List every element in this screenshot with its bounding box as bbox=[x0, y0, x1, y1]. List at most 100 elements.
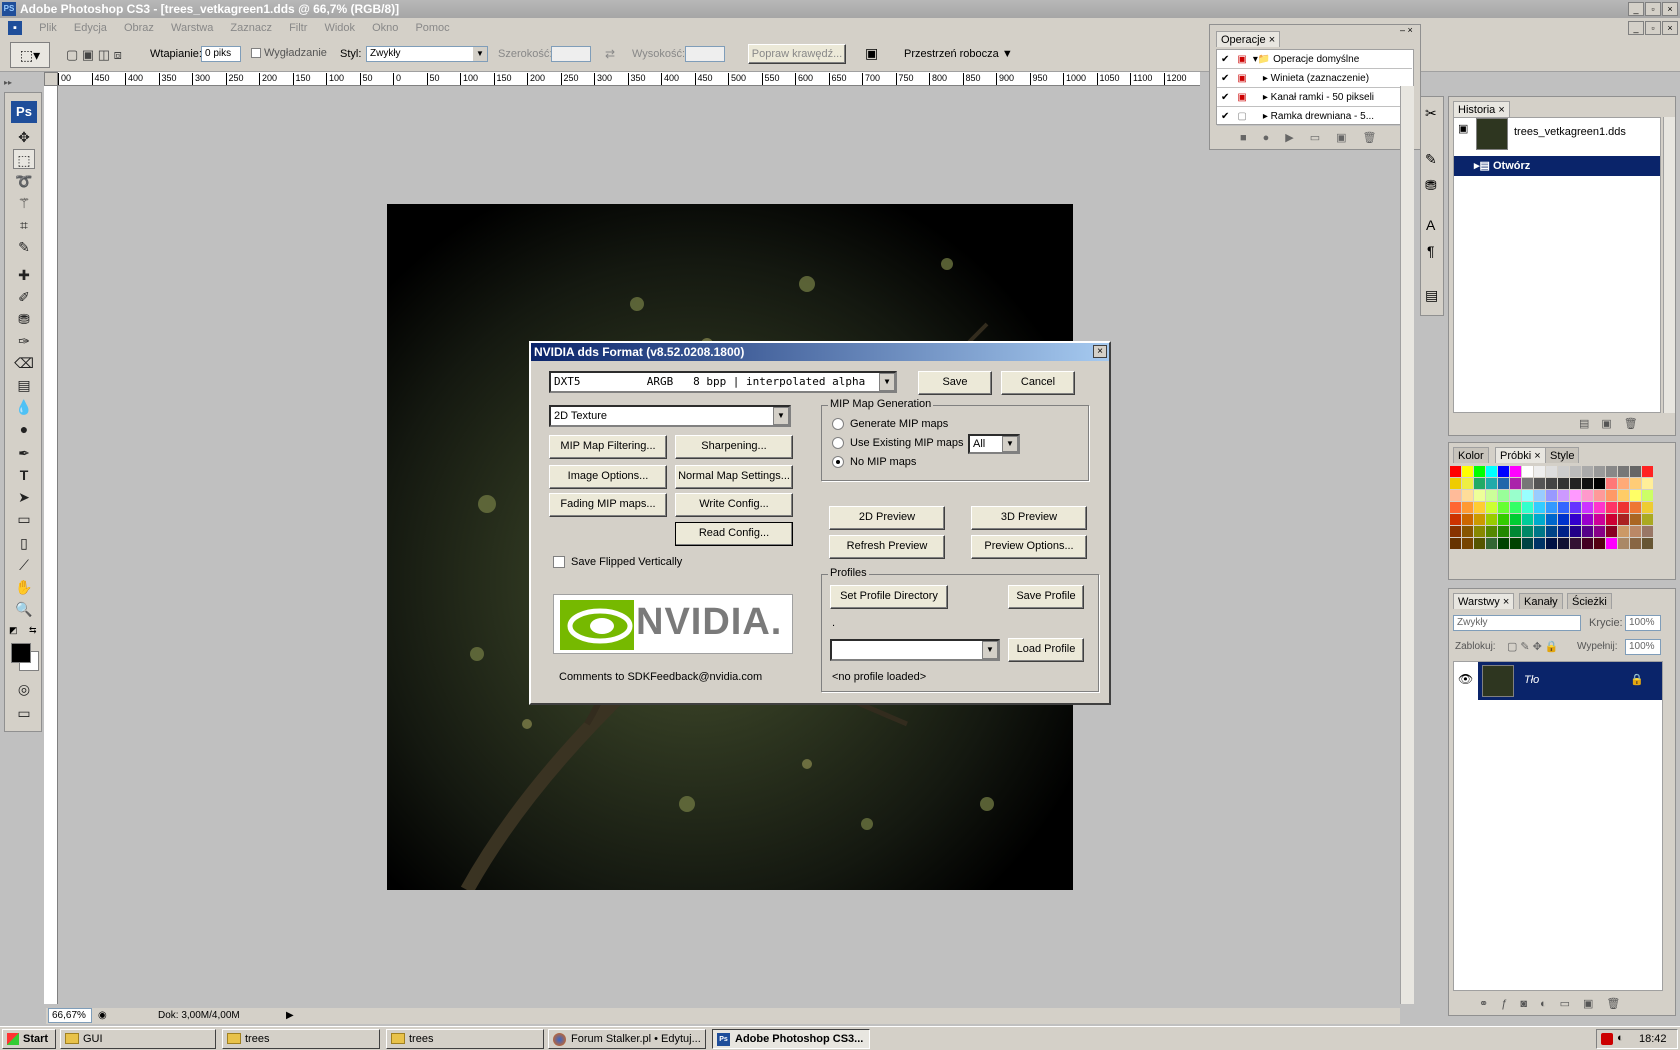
color-swatch[interactable] bbox=[1498, 514, 1509, 525]
color-swatch[interactable] bbox=[1630, 466, 1641, 477]
taskbar-item-firefox[interactable]: Forum Stalker.pl • Edytuj... bbox=[548, 1029, 706, 1049]
color-swatch[interactable] bbox=[1534, 538, 1545, 549]
color-swatch[interactable] bbox=[1534, 526, 1545, 537]
layer-row[interactable]: 👁 Tło 🔒 bbox=[1454, 662, 1662, 700]
image-options-button[interactable]: Image Options... bbox=[549, 465, 667, 489]
color-swatch[interactable] bbox=[1570, 490, 1581, 501]
color-swatch[interactable] bbox=[1618, 490, 1629, 501]
eyedropper-tool-icon[interactable]: ⟋ bbox=[13, 555, 35, 575]
color-swatch[interactable] bbox=[1618, 502, 1629, 513]
menu-item-obraz[interactable]: Obraz bbox=[124, 22, 154, 34]
color-swatch[interactable] bbox=[1450, 466, 1461, 477]
color-swatch[interactable] bbox=[1630, 514, 1641, 525]
blend-mode-select[interactable]: Zwykły bbox=[1453, 615, 1581, 631]
color-swatch[interactable] bbox=[1558, 538, 1569, 549]
eraser-tool-icon[interactable]: ⌫ bbox=[13, 353, 35, 373]
foreground-color-swatch[interactable] bbox=[11, 643, 31, 663]
close-icon[interactable]: × bbox=[1662, 2, 1678, 16]
swap-icon[interactable]: ⇄ bbox=[605, 47, 615, 61]
menu-item-zaznacz[interactable]: Zaznacz bbox=[230, 22, 272, 34]
color-swatch[interactable] bbox=[1594, 490, 1605, 501]
color-swatch[interactable] bbox=[1450, 538, 1461, 549]
color-swatch[interactable] bbox=[1642, 538, 1653, 549]
color-swatch[interactable] bbox=[1606, 502, 1617, 513]
color-swatch[interactable] bbox=[1594, 478, 1605, 489]
palette-well-icon[interactable]: ▣ bbox=[865, 45, 878, 62]
color-swatch[interactable] bbox=[1534, 514, 1545, 525]
color-swatch[interactable] bbox=[1498, 490, 1509, 501]
menu-item-plik[interactable]: Plik bbox=[39, 22, 57, 34]
mip-none-radio[interactable] bbox=[832, 456, 844, 469]
color-swatch[interactable] bbox=[1486, 538, 1497, 549]
selection-mode-icon[interactable]: ▢ ▣ ◫ ⧈ bbox=[66, 46, 130, 64]
color-swatch[interactable] bbox=[1462, 466, 1473, 477]
color-swatch[interactable] bbox=[1546, 538, 1557, 549]
color-swatch[interactable] bbox=[1582, 502, 1593, 513]
color-swatch[interactable] bbox=[1450, 514, 1461, 525]
color-swatch[interactable] bbox=[1582, 490, 1593, 501]
mip-none-option[interactable]: No MIP maps bbox=[832, 456, 916, 469]
mip-generate-option[interactable]: Generate MIP maps bbox=[832, 418, 948, 431]
menu-item-edycja[interactable]: Edycja bbox=[74, 22, 107, 34]
doc-restore-icon[interactable]: ▫ bbox=[1645, 21, 1661, 35]
color-swatch[interactable] bbox=[1630, 502, 1641, 513]
type-tool-icon[interactable]: T bbox=[13, 465, 35, 485]
color-swatch[interactable] bbox=[1474, 502, 1485, 513]
color-swatch[interactable] bbox=[1582, 526, 1593, 537]
color-swatch[interactable] bbox=[1534, 502, 1545, 513]
2d-preview-button[interactable]: 2D Preview bbox=[829, 506, 945, 530]
move-tool-icon[interactable]: ✥ bbox=[13, 127, 35, 147]
clone-stamp-tool-icon[interactable]: ⛃ bbox=[13, 309, 35, 329]
crop-tool-icon[interactable]: ⌗ bbox=[13, 215, 35, 235]
layer-controls-icon[interactable]: ⚭ƒ◙◐▭▣🗑 bbox=[1479, 997, 1633, 1010]
color-swatch[interactable] bbox=[1546, 502, 1557, 513]
tab-channels[interactable]: Kanały bbox=[1519, 593, 1563, 609]
menu-item-pomoc[interactable]: Pomoc bbox=[415, 22, 449, 34]
clone-source-icon[interactable]: ⛃ bbox=[1425, 177, 1437, 194]
action-controls-icon[interactable]: ■●▶▭▣🗑 bbox=[1240, 131, 1393, 144]
doc-minimize-icon[interactable]: _ bbox=[1628, 21, 1644, 35]
ruler-origin[interactable] bbox=[44, 72, 58, 86]
color-swatch[interactable] bbox=[1546, 526, 1557, 537]
list-item[interactable]: ✔ ▣ ▾📁 Operacje domyślne bbox=[1217, 50, 1412, 69]
color-swatch[interactable] bbox=[1582, 478, 1593, 489]
color-swatch[interactable] bbox=[1582, 538, 1593, 549]
color-swatch[interactable] bbox=[1606, 466, 1617, 477]
color-swatch[interactable] bbox=[1546, 490, 1557, 501]
profile-select[interactable]: ▼ bbox=[830, 639, 1000, 661]
color-swatch[interactable] bbox=[1450, 478, 1461, 489]
screen-mode-icon[interactable]: ▭ bbox=[13, 703, 35, 723]
color-swatch[interactable] bbox=[1606, 538, 1617, 549]
tab-layers[interactable]: Warstwy × bbox=[1453, 593, 1515, 609]
mip-level-select[interactable]: All ▼ bbox=[968, 434, 1020, 454]
color-swatch[interactable] bbox=[1594, 466, 1605, 477]
tab-swatches[interactable]: Próbki × bbox=[1495, 447, 1546, 463]
color-swatch[interactable] bbox=[1510, 538, 1521, 549]
color-swatch[interactable] bbox=[1618, 526, 1629, 537]
color-swatch[interactable] bbox=[1534, 490, 1545, 501]
color-swatch[interactable] bbox=[1642, 466, 1653, 477]
color-swatch[interactable] bbox=[1534, 478, 1545, 489]
color-swatch[interactable] bbox=[1450, 502, 1461, 513]
color-swatch[interactable] bbox=[1510, 478, 1521, 489]
taskbar-item-trees-1[interactable]: trees bbox=[222, 1029, 380, 1049]
color-swatch[interactable] bbox=[1462, 502, 1473, 513]
hand-tool-icon[interactable]: ✋ bbox=[13, 577, 35, 597]
color-swatch[interactable] bbox=[1486, 502, 1497, 513]
dialog-close-icon[interactable]: × bbox=[1093, 345, 1107, 358]
history-state-row[interactable]: ▸▤ Otwórz bbox=[1454, 156, 1660, 176]
brushes-icon[interactable]: ✎ bbox=[1425, 151, 1437, 168]
taskbar-item-trees-2[interactable]: trees bbox=[386, 1029, 544, 1049]
minimize-icon[interactable]: _ bbox=[1628, 2, 1644, 16]
color-swatch[interactable] bbox=[1486, 466, 1497, 477]
color-swatch[interactable] bbox=[1606, 478, 1617, 489]
close-icon[interactable]: × bbox=[1269, 34, 1275, 46]
menu-item-filtr[interactable]: Filtr bbox=[289, 22, 307, 34]
taskbar-item-photoshop[interactable]: Ps Adobe Photoshop CS3... bbox=[712, 1029, 870, 1049]
color-swatch[interactable] bbox=[1618, 538, 1629, 549]
color-swatch[interactable] bbox=[1522, 514, 1533, 525]
color-swatch[interactable] bbox=[1582, 514, 1593, 525]
marquee-tool-icon[interactable]: ⬚ bbox=[13, 149, 35, 169]
notes-tool-icon[interactable]: ▯ bbox=[13, 533, 35, 553]
path-selection-tool-icon[interactable]: ➤ bbox=[13, 487, 35, 507]
